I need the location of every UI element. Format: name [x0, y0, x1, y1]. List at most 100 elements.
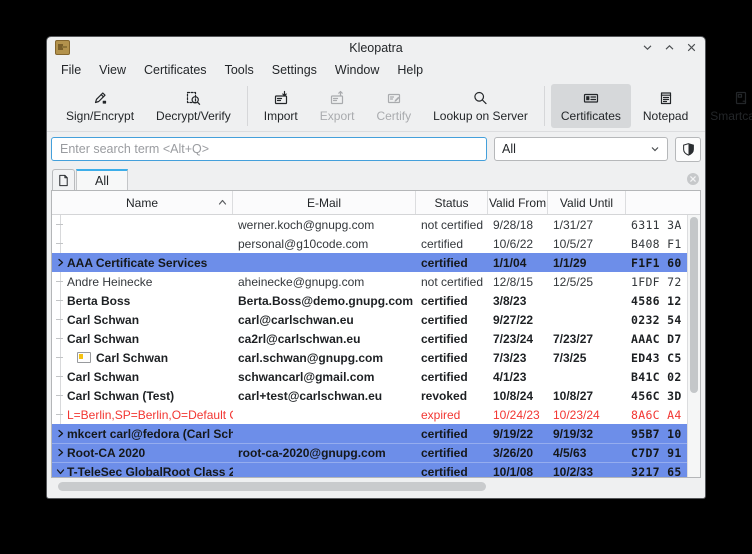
maximize-button[interactable]	[664, 42, 675, 53]
new-tab-button[interactable]	[52, 169, 75, 190]
table-row[interactable]: Carl Schwan (Test) carl+test@carlschwan.e…	[52, 386, 700, 405]
table-row[interactable]: Andre Heineckeaheinecke@gnupg.comnot cer…	[52, 272, 700, 291]
export-button[interactable]: Export	[310, 84, 365, 128]
vertical-scrollbar-thumb[interactable]	[690, 217, 698, 393]
menubar: FileViewCertificatesToolsSettingsWindowH…	[47, 58, 705, 81]
valid-until-cell: 7/23/27	[548, 332, 626, 346]
import-icon	[273, 90, 289, 106]
column-header-status[interactable]: Status	[416, 191, 488, 214]
toolbar-button-label: Smartcards	[710, 109, 752, 123]
column-header-valid-from[interactable]: Valid From	[488, 191, 548, 214]
table-row[interactable]: Carl Schwancarl.schwan@gnupg.comcertifie…	[52, 348, 700, 367]
expander-collapsed-icon[interactable]	[54, 448, 67, 457]
expander-expanded-icon[interactable]	[54, 467, 67, 476]
tree-branch	[54, 367, 67, 386]
horizontal-scrollbar-thumb[interactable]	[58, 482, 486, 491]
column-header-valid-until[interactable]: Valid Until	[548, 191, 626, 214]
certificate-name: Berta Boss	[67, 294, 130, 308]
email-cell: root-ca-2020@gnupg.com	[233, 446, 416, 460]
kleopatra-app-icon	[55, 40, 70, 55]
certificate-name: Carl Schwan (Test)	[67, 389, 174, 403]
table-row[interactable]: AAA Certificate Servicescertified1/1/041…	[52, 253, 700, 272]
toolbar-separator	[544, 86, 545, 126]
status-cell: certified	[416, 294, 488, 308]
valid-from-cell: 1/1/04	[488, 256, 548, 270]
lookup-on-server-button[interactable]: Lookup on Server	[423, 84, 538, 128]
certificates-icon	[583, 90, 599, 106]
valid-until-cell: 1/31/27	[548, 218, 626, 232]
menu-certificates[interactable]: Certificates	[135, 61, 216, 79]
certificate-name: Carl Schwan	[67, 332, 139, 346]
table-row[interactable]: Carl Schwanca2rl@carlschwan.eucertified7…	[52, 329, 700, 348]
table-row[interactable]: L=Berlin,SP=Berlin,O=Default C…expired10…	[52, 405, 700, 424]
table-row[interactable]: Carl Schwancarl@carlschwan.eucertified9/…	[52, 310, 700, 329]
menu-help[interactable]: Help	[388, 61, 432, 79]
certificate-name: Carl Schwan	[96, 351, 168, 365]
expander-collapsed-icon[interactable]	[54, 258, 67, 267]
name-cell	[52, 234, 233, 253]
menu-file[interactable]: File	[52, 61, 90, 79]
toolbar-separator	[247, 86, 248, 126]
notepad-button[interactable]: Notepad	[633, 84, 698, 128]
status-cell: not certified	[416, 275, 488, 289]
certificate-filter-dropdown[interactable]: All	[494, 137, 668, 161]
vertical-scrollbar[interactable]	[687, 215, 700, 477]
certificates-button[interactable]: Certificates	[551, 84, 631, 128]
name-cell: Carl Schwan	[52, 367, 233, 386]
table-row[interactable]: T-TeleSec GlobalRoot Class 2certified10/…	[52, 462, 700, 478]
tab-bar: All	[47, 168, 705, 190]
table-row[interactable]: Berta BossBerta.Boss@demo.gnupg.comcerti…	[52, 291, 700, 310]
name-cell	[52, 215, 233, 234]
menu-tools[interactable]: Tools	[216, 61, 263, 79]
close-circle-icon	[686, 172, 700, 186]
table-header: NameE-MailStatusValid FromValid Until	[52, 191, 700, 215]
titlebar[interactable]: Kleopatra	[47, 37, 705, 58]
table-row[interactable]: Root-CA 2020root-ca-2020@gnupg.comcertif…	[52, 443, 700, 462]
valid-until-cell: 10/5/27	[548, 237, 626, 251]
certify-button[interactable]: Certify	[366, 84, 421, 128]
horizontal-scrollbar[interactable]	[54, 479, 698, 494]
expander-collapsed-icon[interactable]	[54, 429, 67, 438]
tree-branch	[54, 272, 67, 291]
email-cell: carl+test@carlschwan.eu	[233, 389, 416, 403]
tree-branch	[54, 405, 67, 424]
decrypt-verify-button[interactable]: Decrypt/Verify	[146, 84, 241, 128]
valid-from-cell: 4/1/23	[488, 370, 548, 384]
table-row[interactable]: mkcert carl@fedora (Carl Sch…certified9/…	[52, 424, 700, 443]
menu-settings[interactable]: Settings	[263, 61, 326, 79]
email-cell: aheinecke@gnupg.com	[233, 275, 416, 289]
certificate-name: Root-CA 2020	[67, 446, 145, 460]
column-header-e-mail[interactable]: E-Mail	[233, 191, 416, 214]
close-button[interactable]	[686, 42, 697, 53]
valid-until-cell: 1/1/29	[548, 256, 626, 270]
valid-until-cell: 10/2/33	[548, 465, 626, 479]
toolbar-button-label: Decrypt/Verify	[156, 109, 231, 123]
import-button[interactable]: Import	[254, 84, 308, 128]
valid-until-cell: 12/5/25	[548, 275, 626, 289]
search-input[interactable]	[51, 137, 487, 161]
status-cell: certified	[416, 237, 488, 251]
smartcards-button[interactable]: Smartcards	[700, 84, 752, 128]
name-cell: Berta Boss	[52, 291, 233, 310]
sign-encrypt-button[interactable]: Sign/Encrypt	[56, 84, 144, 128]
sign-encrypt-icon	[92, 90, 108, 106]
certificate-name: L=Berlin,SP=Berlin,O=Default C…	[67, 408, 233, 422]
table-row[interactable]: Carl Schwanschwancarl@gmail.comcertified…	[52, 367, 700, 386]
hierarchical-certificate-list-button[interactable]	[675, 137, 701, 162]
toolbar-button-label: Certify	[376, 109, 411, 123]
table-row[interactable]: werner.koch@gnupg.comnot certified9/28/1…	[52, 215, 700, 234]
status-cell: certified	[416, 351, 488, 365]
column-header-key-id[interactable]	[626, 191, 700, 214]
table-row[interactable]: personal@g10code.comcertified10/6/2210/5…	[52, 234, 700, 253]
column-header-name[interactable]: Name	[52, 191, 233, 214]
status-cell: certified	[416, 313, 488, 327]
valid-from-cell: 10/24/23	[488, 408, 548, 422]
minimize-button[interactable]	[642, 42, 653, 53]
menu-view[interactable]: View	[90, 61, 135, 79]
valid-until-cell: 10/8/27	[548, 389, 626, 403]
search-bar: All	[47, 132, 705, 168]
certificate-name: Carl Schwan	[67, 370, 139, 384]
menu-window[interactable]: Window	[326, 61, 388, 79]
tab-all[interactable]: All	[76, 169, 128, 190]
chevron-down-icon	[650, 144, 660, 154]
